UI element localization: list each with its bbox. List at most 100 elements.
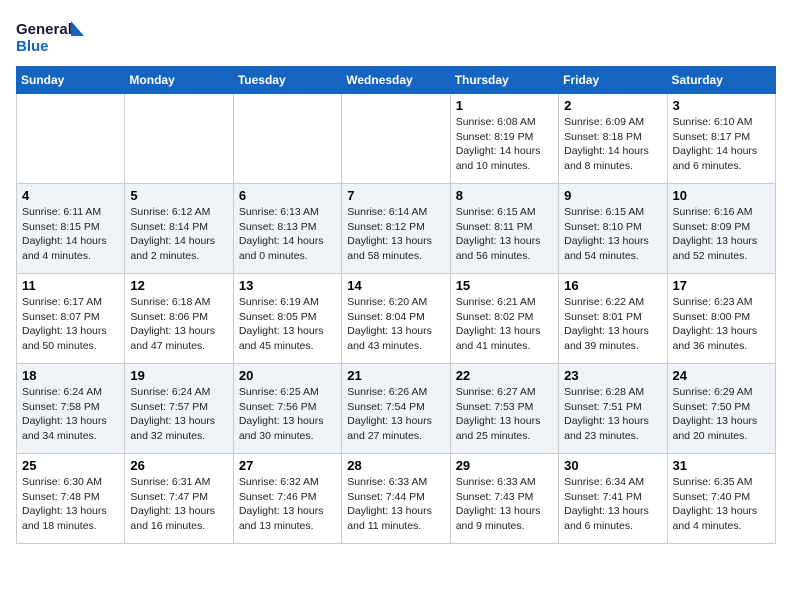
day-number: 26 xyxy=(130,458,227,473)
day-number: 20 xyxy=(239,368,336,383)
calendar-cell: 13 Sunrise: 6:19 AM Sunset: 8:05 PM Dayli… xyxy=(233,274,341,364)
calendar-cell xyxy=(17,94,125,184)
day-number: 1 xyxy=(456,98,553,113)
day-number: 31 xyxy=(673,458,770,473)
day-info: Sunrise: 6:30 AM Sunset: 7:48 PM Dayligh… xyxy=(22,475,119,534)
svg-text:Blue: Blue xyxy=(16,38,49,55)
calendar-cell: 9 Sunrise: 6:15 AM Sunset: 8:10 PM Daylig… xyxy=(559,184,667,274)
day-info: Sunrise: 6:33 AM Sunset: 7:44 PM Dayligh… xyxy=(347,475,444,534)
calendar-week-row: 4Sunrise: 6:11 AM Sunset: 8:15 PM Daylig… xyxy=(17,184,776,274)
calendar-cell xyxy=(233,94,341,184)
day-number: 16 xyxy=(564,278,661,293)
calendar-cell: 4Sunrise: 6:11 AM Sunset: 8:15 PM Daylig… xyxy=(17,184,125,274)
calendar-cell: 7Sunrise: 6:14 AM Sunset: 8:12 PM Daylig… xyxy=(342,184,450,274)
day-number: 14 xyxy=(347,278,444,293)
day-number: 13 xyxy=(239,278,336,293)
day-info: Sunrise: 6:18 AM Sunset: 8:06 PM Dayligh… xyxy=(130,295,227,354)
day-number: 23 xyxy=(564,368,661,383)
calendar-cell: 28Sunrise: 6:33 AM Sunset: 7:44 PM Dayli… xyxy=(342,454,450,544)
day-info: Sunrise: 6:26 AM Sunset: 7:54 PM Dayligh… xyxy=(347,385,444,444)
calendar-cell: 20 Sunrise: 6:25 AM Sunset: 7:56 PM Dayli… xyxy=(233,364,341,454)
day-info: Sunrise: 6:25 AM Sunset: 7:56 PM Dayligh… xyxy=(239,385,336,444)
day-number: 22 xyxy=(456,368,553,383)
header-wednesday: Wednesday xyxy=(342,67,450,94)
calendar-body: 1 Sunrise: 6:08 AM Sunset: 8:19 PM Daylig… xyxy=(17,94,776,544)
day-info: Sunrise: 6:29 AM Sunset: 7:50 PM Dayligh… xyxy=(673,385,770,444)
day-info: Sunrise: 6:23 AM Sunset: 8:00 PM Dayligh… xyxy=(673,295,770,354)
header-friday: Friday xyxy=(559,67,667,94)
day-number: 2 xyxy=(564,98,661,113)
day-info: Sunrise: 6:24 AM Sunset: 7:58 PM Dayligh… xyxy=(22,385,119,444)
day-info: Sunrise: 6:24 AM Sunset: 7:57 PM Dayligh… xyxy=(130,385,227,444)
day-number: 25 xyxy=(22,458,119,473)
calendar-cell: 1 Sunrise: 6:08 AM Sunset: 8:19 PM Daylig… xyxy=(450,94,558,184)
header-saturday: Saturday xyxy=(667,67,775,94)
calendar-cell: 18 Sunrise: 6:24 AM Sunset: 7:58 PM Dayli… xyxy=(17,364,125,454)
calendar-cell: 3 Sunrise: 6:10 AM Sunset: 8:17 PM Daylig… xyxy=(667,94,775,184)
header-monday: Monday xyxy=(125,67,233,94)
day-number: 21 xyxy=(347,368,444,383)
day-info: Sunrise: 6:20 AM Sunset: 8:04 PM Dayligh… xyxy=(347,295,444,354)
day-number: 5 xyxy=(130,188,227,203)
day-number: 24 xyxy=(673,368,770,383)
calendar-cell: 30 Sunrise: 6:34 AM Sunset: 7:41 PM Dayli… xyxy=(559,454,667,544)
day-info: Sunrise: 6:21 AM Sunset: 8:02 PM Dayligh… xyxy=(456,295,553,354)
day-number: 6 xyxy=(239,188,336,203)
day-info: Sunrise: 6:10 AM Sunset: 8:17 PM Dayligh… xyxy=(673,115,770,174)
svg-text:General: General xyxy=(16,21,72,38)
calendar-cell: 19Sunrise: 6:24 AM Sunset: 7:57 PM Dayli… xyxy=(125,364,233,454)
day-info: Sunrise: 6:27 AM Sunset: 7:53 PM Dayligh… xyxy=(456,385,553,444)
day-number: 27 xyxy=(239,458,336,473)
day-info: Sunrise: 6:19 AM Sunset: 8:05 PM Dayligh… xyxy=(239,295,336,354)
day-number: 30 xyxy=(564,458,661,473)
calendar-cell: 2Sunrise: 6:09 AM Sunset: 8:18 PM Daylig… xyxy=(559,94,667,184)
day-number: 12 xyxy=(130,278,227,293)
calendar-week-row: 25 Sunrise: 6:30 AM Sunset: 7:48 PM Dayli… xyxy=(17,454,776,544)
day-number: 18 xyxy=(22,368,119,383)
calendar-cell: 25 Sunrise: 6:30 AM Sunset: 7:48 PM Dayli… xyxy=(17,454,125,544)
day-number: 8 xyxy=(456,188,553,203)
day-info: Sunrise: 6:08 AM Sunset: 8:19 PM Dayligh… xyxy=(456,115,553,174)
calendar-cell xyxy=(125,94,233,184)
calendar-cell: 10Sunrise: 6:16 AM Sunset: 8:09 PM Dayli… xyxy=(667,184,775,274)
day-info: Sunrise: 6:32 AM Sunset: 7:46 PM Dayligh… xyxy=(239,475,336,534)
day-info: Sunrise: 6:15 AM Sunset: 8:10 PM Dayligh… xyxy=(564,205,661,264)
calendar-cell: 29 Sunrise: 6:33 AM Sunset: 7:43 PM Dayli… xyxy=(450,454,558,544)
calendar-cell: 22 Sunrise: 6:27 AM Sunset: 7:53 PM Dayli… xyxy=(450,364,558,454)
day-info: Sunrise: 6:28 AM Sunset: 7:51 PM Dayligh… xyxy=(564,385,661,444)
header-sunday: Sunday xyxy=(17,67,125,94)
calendar-cell: 26 Sunrise: 6:31 AM Sunset: 7:47 PM Dayli… xyxy=(125,454,233,544)
day-number: 11 xyxy=(22,278,119,293)
calendar-cell: 27 Sunrise: 6:32 AM Sunset: 7:46 PM Dayli… xyxy=(233,454,341,544)
day-info: Sunrise: 6:11 AM Sunset: 8:15 PM Dayligh… xyxy=(22,205,119,264)
calendar-cell: 5 Sunrise: 6:12 AM Sunset: 8:14 PM Daylig… xyxy=(125,184,233,274)
day-info: Sunrise: 6:15 AM Sunset: 8:11 PM Dayligh… xyxy=(456,205,553,264)
day-number: 7 xyxy=(347,188,444,203)
logo-svg: GeneralBlue xyxy=(16,16,86,56)
calendar-header: SundayMondayTuesdayWednesdayThursdayFrid… xyxy=(17,67,776,94)
day-number: 29 xyxy=(456,458,553,473)
day-info: Sunrise: 6:17 AM Sunset: 8:07 PM Dayligh… xyxy=(22,295,119,354)
calendar-table: SundayMondayTuesdayWednesdayThursdayFrid… xyxy=(16,66,776,544)
calendar-cell xyxy=(342,94,450,184)
calendar-cell: 11 Sunrise: 6:17 AM Sunset: 8:07 PM Dayli… xyxy=(17,274,125,364)
day-info: Sunrise: 6:31 AM Sunset: 7:47 PM Dayligh… xyxy=(130,475,227,534)
calendar-cell: 23 Sunrise: 6:28 AM Sunset: 7:51 PM Dayli… xyxy=(559,364,667,454)
calendar-cell: 21 Sunrise: 6:26 AM Sunset: 7:54 PM Dayli… xyxy=(342,364,450,454)
day-number: 17 xyxy=(673,278,770,293)
day-info: Sunrise: 6:33 AM Sunset: 7:43 PM Dayligh… xyxy=(456,475,553,534)
calendar-cell: 16 Sunrise: 6:22 AM Sunset: 8:01 PM Dayli… xyxy=(559,274,667,364)
day-info: Sunrise: 6:12 AM Sunset: 8:14 PM Dayligh… xyxy=(130,205,227,264)
calendar-cell: 14 Sunrise: 6:20 AM Sunset: 8:04 PM Dayli… xyxy=(342,274,450,364)
calendar-cell: 15 Sunrise: 6:21 AM Sunset: 8:02 PM Dayli… xyxy=(450,274,558,364)
calendar-cell: 6Sunrise: 6:13 AM Sunset: 8:13 PM Daylig… xyxy=(233,184,341,274)
calendar-week-row: 1 Sunrise: 6:08 AM Sunset: 8:19 PM Daylig… xyxy=(17,94,776,184)
day-number: 3 xyxy=(673,98,770,113)
day-info: Sunrise: 6:34 AM Sunset: 7:41 PM Dayligh… xyxy=(564,475,661,534)
day-info: Sunrise: 6:22 AM Sunset: 8:01 PM Dayligh… xyxy=(564,295,661,354)
calendar-week-row: 18 Sunrise: 6:24 AM Sunset: 7:58 PM Dayli… xyxy=(17,364,776,454)
day-number: 9 xyxy=(564,188,661,203)
day-number: 15 xyxy=(456,278,553,293)
header-row: SundayMondayTuesdayWednesdayThursdayFrid… xyxy=(17,67,776,94)
calendar-cell: 12 Sunrise: 6:18 AM Sunset: 8:06 PM Dayli… xyxy=(125,274,233,364)
